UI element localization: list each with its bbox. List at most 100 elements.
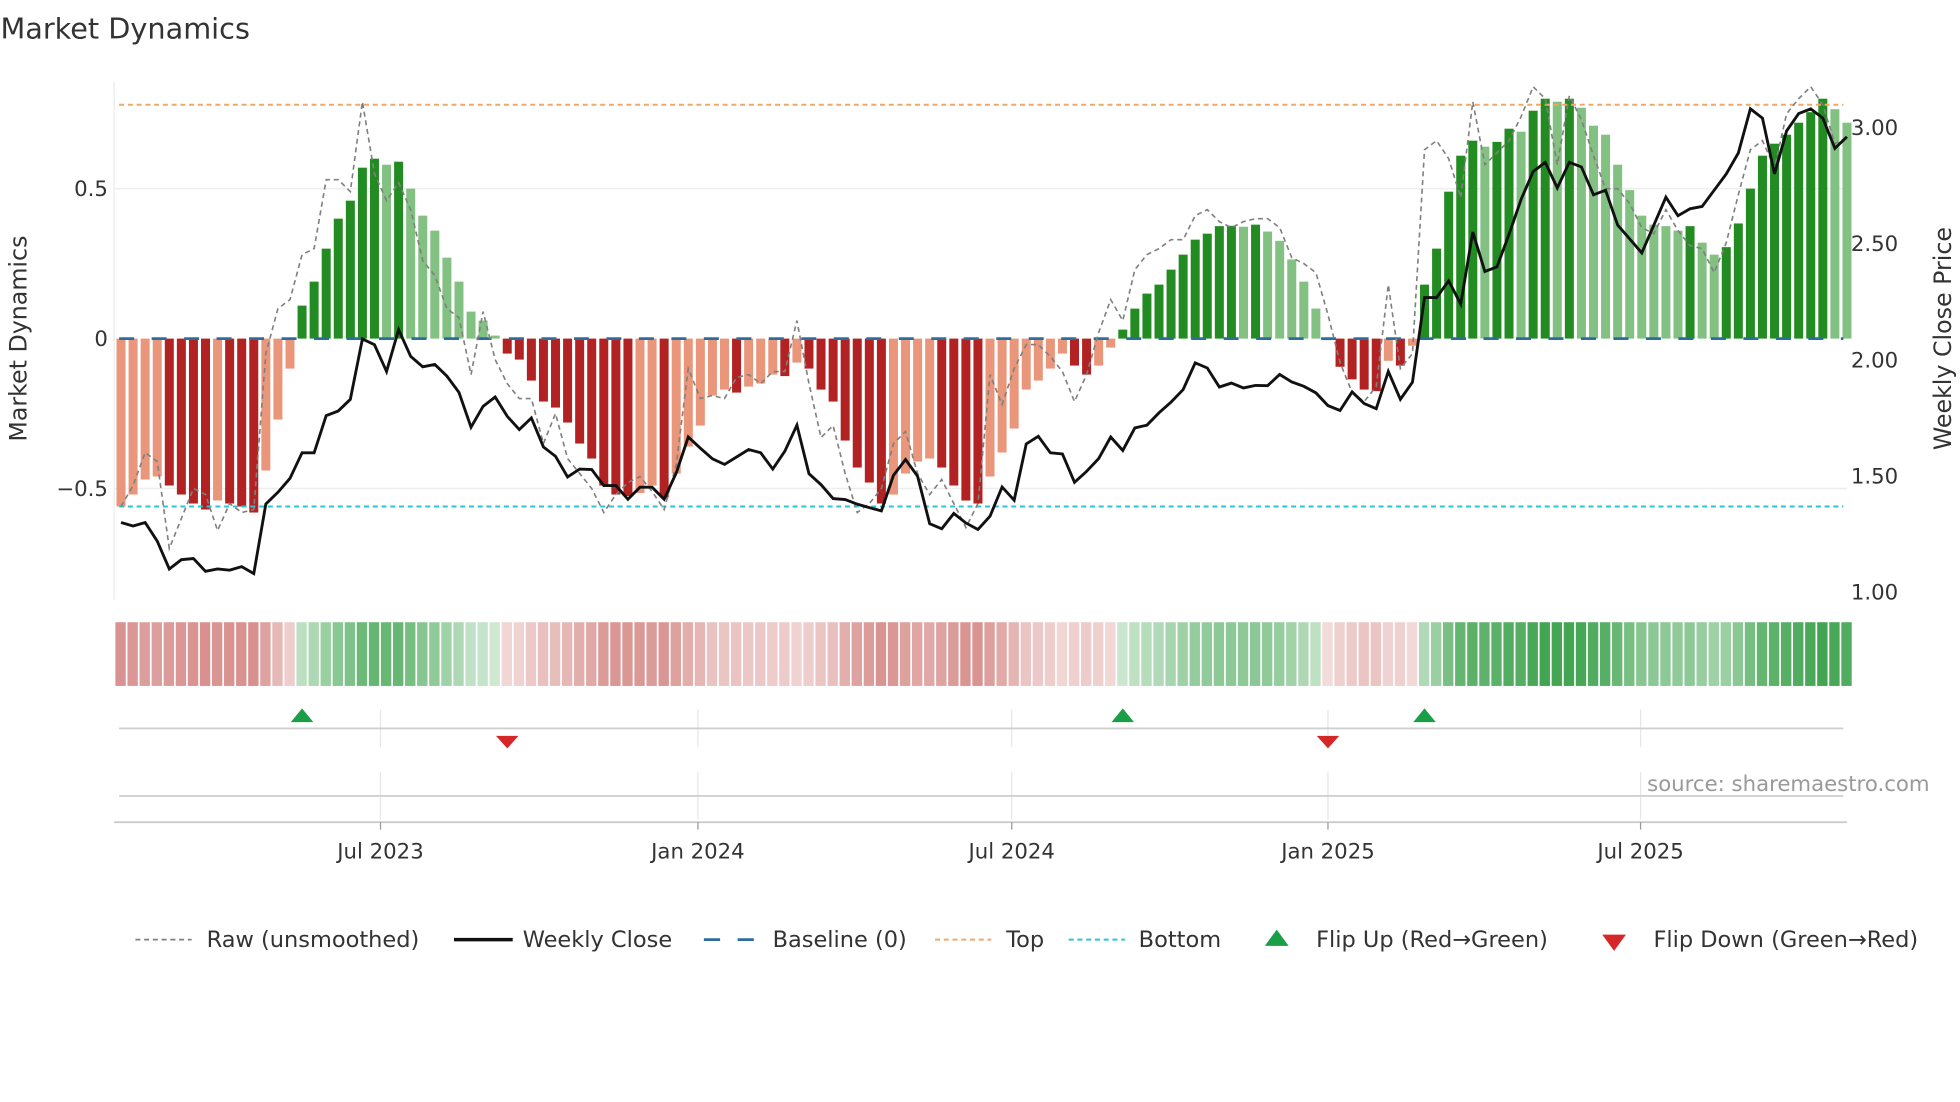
strip-cell [1636,622,1647,686]
strip-cell [634,622,645,686]
strip-cell [622,622,633,686]
md-bar-positive [1661,226,1671,339]
strip-cell [320,622,331,686]
strip-cell [1201,622,1213,686]
strip-cell [670,622,681,686]
strip-cell [1153,622,1164,686]
strip-cell [755,622,766,686]
md-bar-negative [225,338,235,504]
strip-cell [1213,622,1225,686]
md-bar-negative [671,338,681,474]
flip-panel [114,708,1848,824]
md-bar-negative [961,338,971,501]
legend-label-raw: Raw (unsmoothed) [207,927,420,953]
md-bar-positive [1492,141,1502,339]
strip-cell [730,622,742,686]
md-bar-positive [382,164,392,339]
md-bar-negative [237,338,247,507]
strip-cell [1129,622,1140,686]
strip-cell [332,622,344,686]
md-bar-positive [1806,112,1816,339]
strip-cell [1563,622,1575,686]
md-bar-negative [828,338,838,402]
md-bar-negative [937,338,947,468]
md-bar-positive [1782,134,1792,339]
md-bar-positive [1516,131,1526,339]
strip-cell [1817,622,1828,686]
md-bar-positive [1757,155,1767,339]
md-bar-negative [502,338,512,354]
md-bar-negative [1009,338,1019,429]
strip-cell [1443,622,1454,686]
strip-cell [127,622,138,686]
strip-cell [1732,622,1744,686]
strip-cell [1068,622,1080,686]
md-bar-positive [1794,122,1804,339]
strip-cell [694,622,706,686]
strip-cell [1672,622,1683,686]
strip-cell [1286,622,1297,686]
strip-cell [1491,622,1502,686]
strip-cell [356,622,368,686]
strip-cell [1551,622,1563,686]
md-bar-positive [418,215,428,339]
legend-label-baseline: Baseline (0) [773,927,907,953]
md-bar-positive [1444,191,1454,339]
strip-cell [1780,622,1792,686]
md-bar-positive [1552,101,1562,339]
strip-cell [1225,622,1237,686]
strip-cell [1696,622,1707,686]
md-bar-negative [587,338,597,459]
strip-cell [1527,622,1538,686]
strip-cell [1406,622,1418,686]
strip-cell [1249,622,1261,686]
md-bar-positive [1251,224,1261,339]
regime-strip [115,622,1852,686]
strip-cell [405,622,416,686]
md-bar-negative [925,338,935,459]
md-bar-positive [1238,226,1248,339]
strip-cell [827,622,838,686]
strip-cell [803,622,814,686]
strip-cell [1298,622,1309,686]
md-bar-positive [1637,215,1647,339]
md-bar-negative [188,338,198,504]
strip-cell [453,622,464,686]
strip-cell [1756,622,1768,686]
y2-tick-label: 2.00 [1851,348,1898,373]
md-bar-negative [659,338,669,498]
strip-cell [1008,622,1019,686]
y2-tick-label: 2.50 [1851,232,1898,257]
md-bar-negative [273,338,283,420]
strip-cell [1805,622,1816,686]
y-tick-label: 0.5 [74,177,108,202]
strip-cell [272,622,283,686]
md-bar-positive [1190,239,1200,339]
md-bar-positive [1142,293,1152,339]
legend: Raw (unsmoothed) Weekly Close Baseline (0)… [135,927,1918,953]
md-bar-negative [599,338,609,486]
md-bar-positive [1842,122,1852,339]
strip-cell [960,622,971,686]
md-bar-positive [1818,98,1828,339]
md-bar-negative [1347,338,1357,380]
strip-cell [1334,622,1345,686]
strip-cell [1768,622,1780,686]
strip-cell [380,622,392,686]
strip-cell [1310,622,1321,686]
strip-cell [1648,622,1659,686]
legend-label-flipup: Flip Up (Red→Green) [1316,927,1548,953]
strip-cell [658,622,669,686]
flip-up-marker [1413,708,1436,723]
strip-cell [984,622,995,686]
md-bar-positive [1564,98,1574,339]
strip-cell [646,622,657,686]
right-axis-ticks: 3.00 2.50 2.00 1.50 1.00 [1851,116,1898,606]
strip-cell [211,622,223,686]
chart-title: Market Dynamics [0,12,249,46]
md-bar-positive [297,305,307,339]
md-bar-positive [1685,226,1695,339]
md-bar-positive [1214,226,1224,339]
flip-up-marker [290,708,314,723]
md-bar-negative [128,338,138,495]
